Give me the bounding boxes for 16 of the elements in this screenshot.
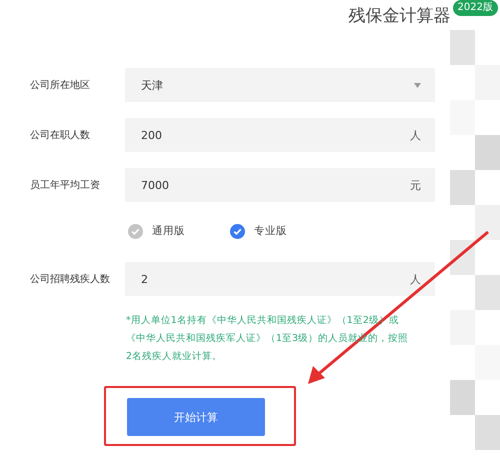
input-field[interactable]: 200 人 <box>125 118 435 152</box>
input-field[interactable]: 2 人 <box>125 262 435 296</box>
check-circle-icon <box>230 224 245 238</box>
field-label: 员工年平均工资 <box>30 179 101 192</box>
check-circle-icon <box>128 224 143 238</box>
version-radio[interactable]: 专业版 <box>230 224 287 238</box>
field-label: 公司招聘残疾人数 <box>30 272 111 286</box>
version-badge: 2022版 <box>452 0 498 16</box>
calculate-button[interactable]: 开始计算 <box>127 398 265 436</box>
input-field[interactable]: 7000 元 <box>125 168 435 202</box>
page-title: 残保金计算器 <box>348 5 451 27</box>
caret-icon <box>414 82 421 88</box>
field-label: 公司在职人数 <box>30 129 91 142</box>
version-radio[interactable]: 通用版 <box>128 224 185 238</box>
region-select[interactable]: 天津 <box>125 68 435 102</box>
field-label: 公司所在地区 <box>30 78 91 92</box>
